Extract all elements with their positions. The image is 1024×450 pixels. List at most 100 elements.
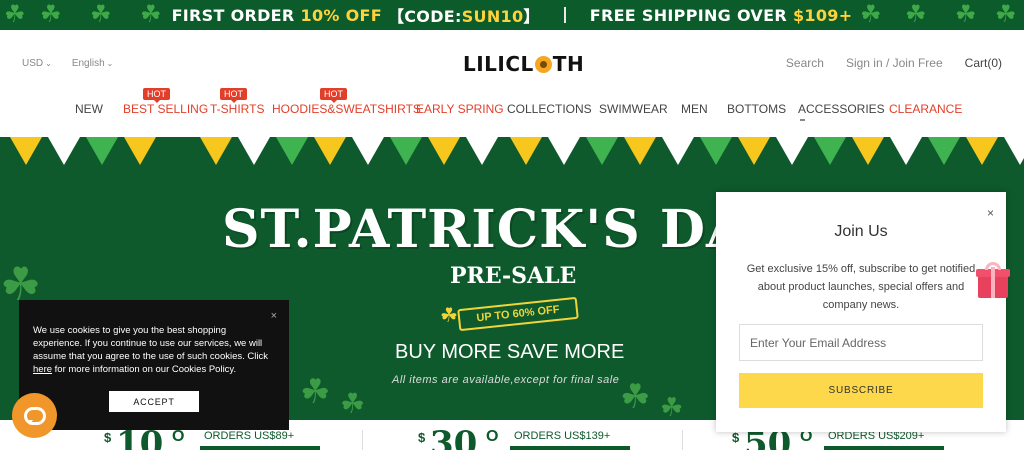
gift-ribbon <box>991 267 995 298</box>
coupon-unit: O <box>172 428 185 445</box>
newsletter-popup: × Join Us Get exclusive 15% off, subscri… <box>716 192 1006 432</box>
active-indicator <box>800 119 805 121</box>
coupon-currency: $ <box>104 430 112 445</box>
chevron-down-icon: ⌄ <box>45 59 52 68</box>
shamrock-icon: ☘ <box>300 373 331 411</box>
sign-in-link[interactable]: Sign in / Join Free <box>846 56 943 70</box>
promo-code-label: 【CODE: <box>387 7 462 26</box>
bunting-flag <box>624 137 656 165</box>
coupon-bar <box>200 446 320 450</box>
nav-item-swimwear[interactable]: SWIMWEAR <box>599 102 668 116</box>
accept-cookies-button[interactable]: ACCEPT <box>109 391 199 412</box>
bunting-flag <box>776 137 808 165</box>
nav-item-t-shirts[interactable]: HOT T-SHIRTS <box>210 88 264 116</box>
bunting-flag <box>738 137 770 165</box>
bunting-flag <box>510 137 542 165</box>
promo-bar[interactable]: ☘ ☘ ☘ ☘ ☘ ☘ ☘ ☘ FIRST ORDER 10% OFF 【COD… <box>0 0 1024 30</box>
shamrock-icon: ☘ <box>995 1 1017 28</box>
banner-buy-more: BUY MORE SAVE MORE <box>395 341 625 363</box>
promo-divider <box>563 7 566 23</box>
nav-item-new[interactable]: NEW <box>75 102 103 116</box>
hot-badge: HOT <box>220 88 247 103</box>
banner-presale: PRE-SALE <box>450 263 577 289</box>
coupon-bar <box>510 446 630 450</box>
nav-item-label: ACCESSORIES <box>798 102 885 116</box>
gift-icon[interactable] <box>976 262 1010 298</box>
bunting-flag <box>890 137 922 165</box>
divider <box>682 430 683 450</box>
live-chat-button[interactable] <box>12 393 57 438</box>
shamrock-icon: ☘ <box>140 1 162 28</box>
close-icon[interactable]: × <box>987 206 994 220</box>
cookie-policy-link[interactable]: here <box>33 364 52 375</box>
popup-description: Get exclusive 15% off, subscribe to get … <box>746 263 976 311</box>
bunting-flag <box>86 137 118 165</box>
shamrock-icon: ☘ <box>905 1 927 28</box>
bunting-flag <box>48 137 80 165</box>
nav-item-label: BEST SELLING <box>123 102 209 116</box>
nav-item-men[interactable]: MEN <box>681 102 708 116</box>
shamrock-icon: ☘ <box>660 392 684 420</box>
promo-code: SUN10 <box>461 7 524 26</box>
coupon-currency: $ <box>732 430 740 445</box>
search-link[interactable]: Search <box>786 56 824 70</box>
bunting-flag <box>586 137 618 165</box>
chevron-down-icon: ⌄ <box>106 59 114 68</box>
hot-badge: HOT <box>143 88 170 103</box>
nav-item-best-selling[interactable]: HOT BEST SELLING <box>123 88 209 116</box>
cart-link[interactable]: Cart(0) <box>965 56 1002 70</box>
promo-threshold: $109+ <box>792 5 853 25</box>
account-links: Search Sign in / Join Free Cart(0) <box>786 56 1002 70</box>
bunting-flag <box>390 137 422 165</box>
bunting-flag <box>466 137 498 165</box>
nav-item-label: HOODIES&SWEATSHIRTS <box>272 102 421 116</box>
shamrock-icon: ☘ <box>860 1 882 28</box>
nav-item-early-spring[interactable]: EARLY SPRING <box>416 102 504 116</box>
bunting-flag <box>662 137 694 165</box>
bunting-flag <box>238 137 270 165</box>
logo-text-right: TH <box>552 52 585 76</box>
cookie-text: for more information on our Cookies Poli… <box>52 364 237 375</box>
shamrock-icon: ☘ <box>40 1 62 28</box>
bunting-flag <box>276 137 308 165</box>
bunting-flag <box>700 137 732 165</box>
shamrock-icon: ☘ <box>440 305 458 327</box>
bunting-flag <box>314 137 346 165</box>
bunting-flag <box>352 137 384 165</box>
promo-first-order: FIRST ORDER <box>171 5 295 25</box>
nav-item-collections[interactable]: COLLECTIONS <box>507 102 592 116</box>
banner-note: All items are available,except for final… <box>392 374 620 386</box>
bunting-flag <box>124 137 156 165</box>
email-field[interactable] <box>739 324 983 361</box>
close-icon[interactable]: × <box>271 310 277 322</box>
shamrock-icon: ☘ <box>4 1 26 28</box>
coupon-condition: ORDERS US$139+ <box>514 430 611 442</box>
promo-code-end: 】 <box>523 7 540 26</box>
bunting-flag <box>548 137 580 165</box>
coupon-bar <box>824 446 944 450</box>
logo-text-left: LILICL <box>463 52 534 76</box>
sunflower-icon <box>534 55 552 73</box>
coupon-condition: ORDERS US$89+ <box>204 430 295 442</box>
site-logo[interactable]: LILICL TH <box>463 52 584 76</box>
divider <box>362 430 363 450</box>
bunting-flag <box>10 137 42 165</box>
promo-code-group: 【CODE:SUN10】 <box>388 3 540 27</box>
hot-badge: HOT <box>320 88 347 103</box>
nav-item-bottoms[interactable]: BOTTOMS <box>727 102 786 116</box>
cookie-text: We use cookies to give you the best shop… <box>33 325 268 362</box>
gift-bow <box>985 262 1001 270</box>
promo-shipping: FREE SHIPPING OVER <box>589 5 787 25</box>
nav-item-hoodies[interactable]: HOT HOODIES&SWEATSHIRTS <box>272 88 421 116</box>
subscribe-button[interactable]: SUBSCRIBE <box>739 373 983 408</box>
language-select[interactable]: English ⌄ <box>72 58 114 69</box>
cookie-message: We use cookies to give you the best shop… <box>33 324 275 376</box>
nav-item-clearance[interactable]: CLEARANCE <box>889 102 962 116</box>
shamrock-icon: ☘ <box>90 1 112 28</box>
coupon-amount: 30 <box>430 424 478 450</box>
bunting-flag <box>966 137 998 165</box>
nav-item-accessories[interactable]: ACCESSORIES <box>798 102 885 121</box>
chat-icon <box>23 406 46 425</box>
shamrock-icon: ☘ <box>620 378 651 416</box>
currency-select[interactable]: USD ⌄ <box>22 58 52 69</box>
